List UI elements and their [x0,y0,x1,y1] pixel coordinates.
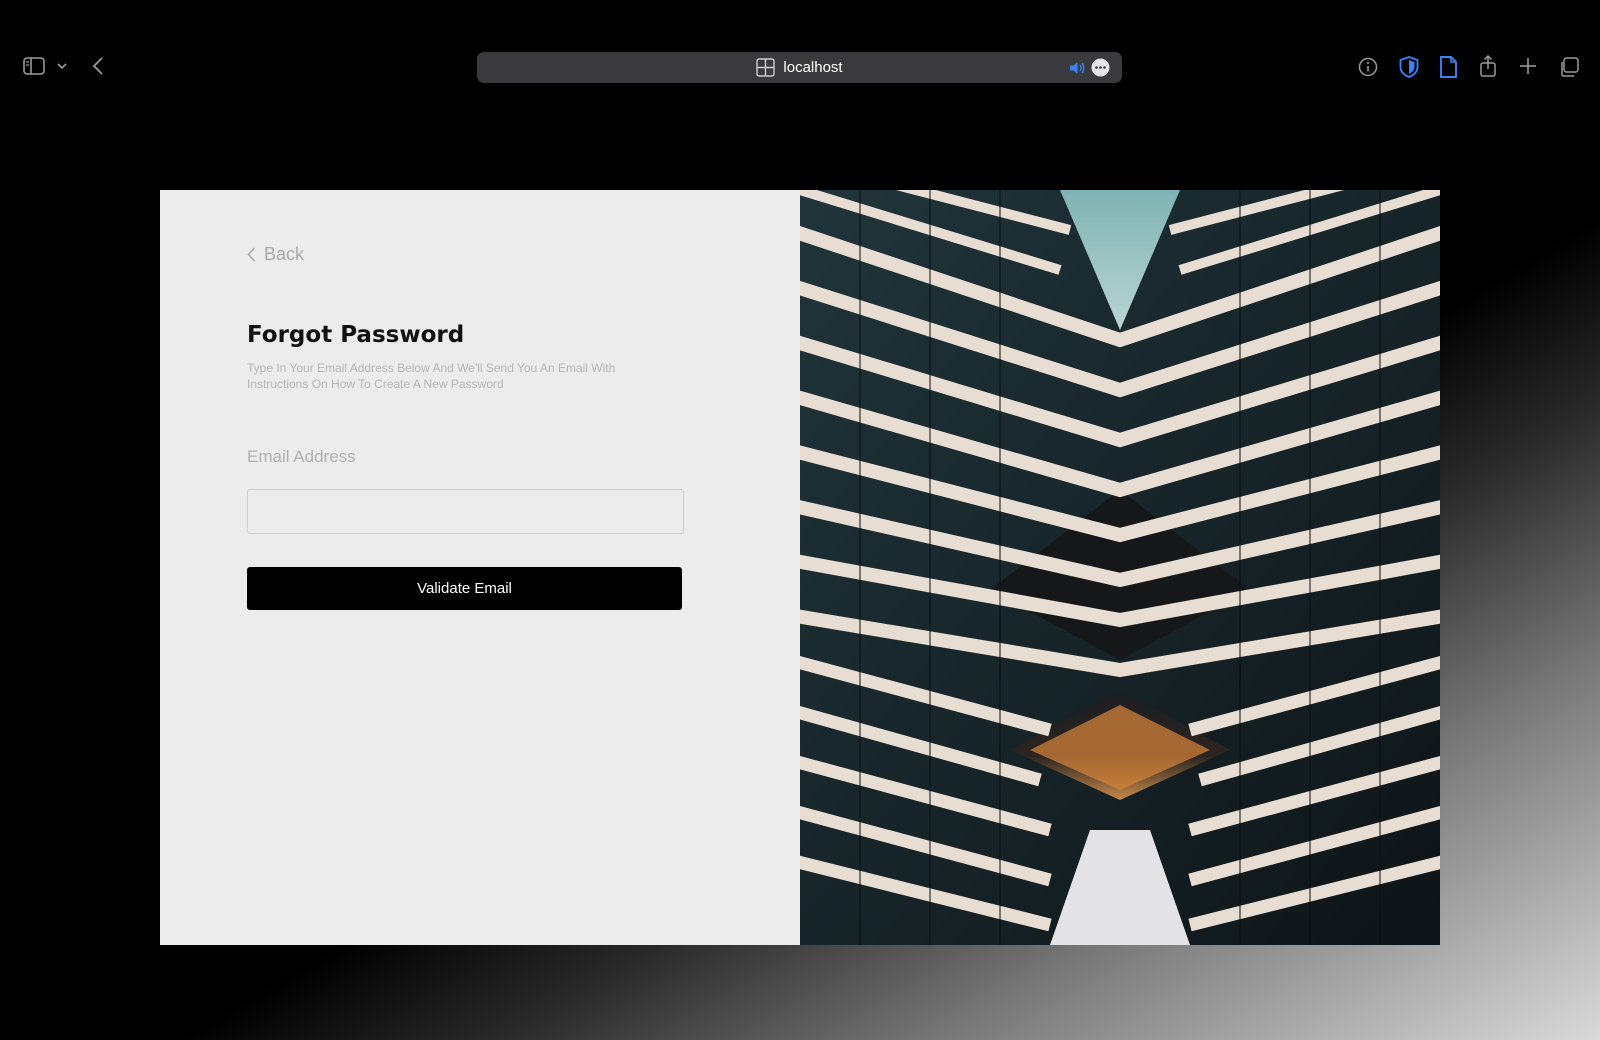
form-panel: Back Forgot Password Type In Your Email … [160,190,800,945]
info-icon[interactable] [1357,56,1379,78]
document-icon[interactable] [1438,55,1458,79]
back-label: Back [264,244,305,264]
sidebar-icon[interactable] [22,56,46,76]
tabs-icon[interactable] [1558,56,1580,78]
address-text: localhost [783,59,843,76]
browser-toolbar: localhost [0,0,1600,96]
chevron-down-icon[interactable] [56,60,68,72]
forgot-password-card: Back Forgot Password Type In Your Email … [160,190,1440,945]
address-bar[interactable]: localhost [477,52,1122,83]
email-field[interactable] [247,489,684,534]
validate-email-button[interactable]: Validate Email [247,567,682,610]
more-icon[interactable] [1091,58,1110,77]
page-subtitle: Type In Your Email Address Below And We'… [247,361,616,391]
plus-icon[interactable] [1518,56,1538,76]
back-arrow-icon[interactable] [90,56,106,76]
page-title: Forgot Password [247,322,465,348]
tab-layout-icon [756,58,776,77]
back-link[interactable]: Back [247,244,304,265]
building-illustration [800,190,1440,945]
email-label: Email Address [247,447,356,466]
building-image [800,190,1440,945]
shield-icon[interactable] [1398,55,1420,79]
speaker-icon[interactable] [1068,60,1086,76]
share-icon[interactable] [1478,54,1498,78]
chevron-left-icon [247,247,256,262]
